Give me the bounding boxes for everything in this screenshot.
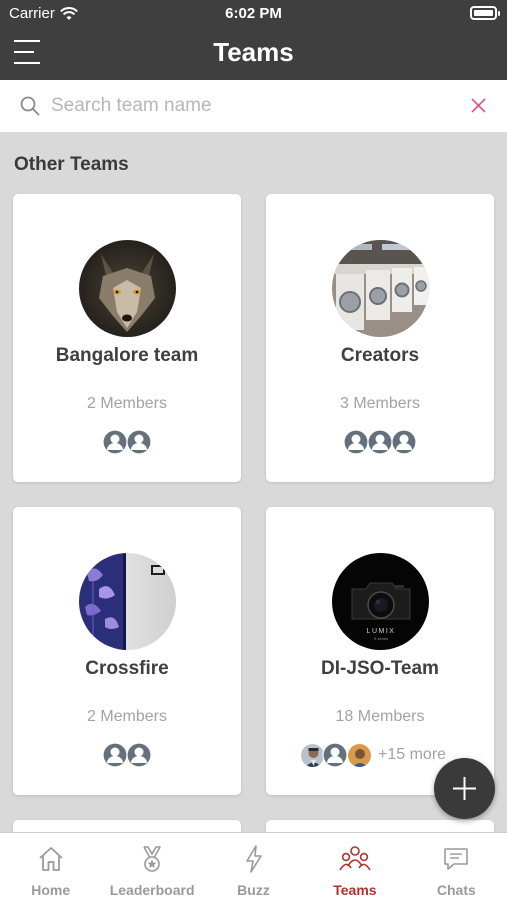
tab-label: Teams [333, 882, 377, 898]
tab-buzz[interactable]: Buzz [203, 833, 304, 900]
svg-text:S series: S series [374, 636, 388, 641]
tab-label: Home [31, 882, 71, 898]
app-header: Carrier 6:02 PM Teams [0, 0, 507, 80]
search-input[interactable] [51, 91, 451, 121]
team-avatar-camera: LUMIX S series [332, 553, 429, 650]
team-name: Creators [340, 345, 420, 366]
team-avatar-wolf [79, 240, 176, 337]
tab-chats[interactable]: Chats [406, 833, 507, 900]
member-count: 2 Members [86, 395, 168, 412]
member-count: 3 Members [339, 395, 421, 412]
team-avatar-refrigerator [79, 553, 176, 650]
member-avatars [266, 429, 494, 455]
user-placeholder-icon [343, 429, 369, 455]
team-name: Crossfire [85, 658, 169, 679]
search-icon [20, 96, 40, 116]
user-placeholder-icon [102, 742, 128, 768]
user-placeholder-icon [367, 429, 393, 455]
user-placeholder-icon [102, 429, 128, 455]
user-placeholder-icon [322, 742, 348, 768]
team-card[interactable]: Bangalore team 2 Members [13, 194, 241, 482]
chat-icon [444, 848, 469, 870]
team-card[interactable]: LUMIX S series DI-JSO-Team 18 Members +1… [266, 507, 494, 795]
tab-teams[interactable]: Teams [304, 833, 405, 900]
user-placeholder-icon [126, 429, 152, 455]
user-placeholder-icon [126, 742, 152, 768]
tab-label: Leaderboard [109, 882, 195, 898]
add-team-button[interactable] [434, 758, 495, 819]
trophy-icon [143, 846, 161, 872]
member-avatars [13, 742, 241, 768]
team-avatar-washing-machines [332, 240, 429, 337]
team-name: DI-JSO-Team [321, 658, 439, 679]
team-name: Bangalore team [55, 345, 199, 366]
svg-text:LUMIX: LUMIX [367, 628, 396, 635]
status-time: 6:02 PM [225, 5, 282, 22]
battery-icon [470, 6, 500, 20]
member-avatars [13, 429, 241, 455]
tab-home[interactable]: Home [0, 833, 101, 900]
member-count: 18 Members [335, 708, 425, 725]
bottom-tab-bar: Home Leaderboard Buzz Teams Chats [0, 832, 507, 900]
team-card[interactable]: Creators 3 Members [266, 194, 494, 482]
people-icon [339, 846, 371, 871]
tab-label: Chats [436, 882, 476, 898]
page-title: Teams [213, 37, 294, 67]
clear-search-icon[interactable] [471, 98, 486, 113]
member-photo-avatar [347, 742, 372, 768]
tab-leaderboard[interactable]: Leaderboard [101, 833, 202, 900]
plus-icon [453, 777, 476, 800]
section-title: Other Teams [14, 154, 129, 175]
member-count: 2 Members [86, 708, 168, 725]
user-placeholder-icon [391, 429, 417, 455]
status-bar: Carrier 6:02 PM [0, 0, 507, 28]
search-bar [0, 80, 507, 132]
home-icon [39, 847, 63, 871]
lightning-icon [245, 845, 262, 873]
team-card[interactable]: Crossfire 2 Members [13, 507, 241, 795]
tab-label: Buzz [237, 882, 270, 898]
